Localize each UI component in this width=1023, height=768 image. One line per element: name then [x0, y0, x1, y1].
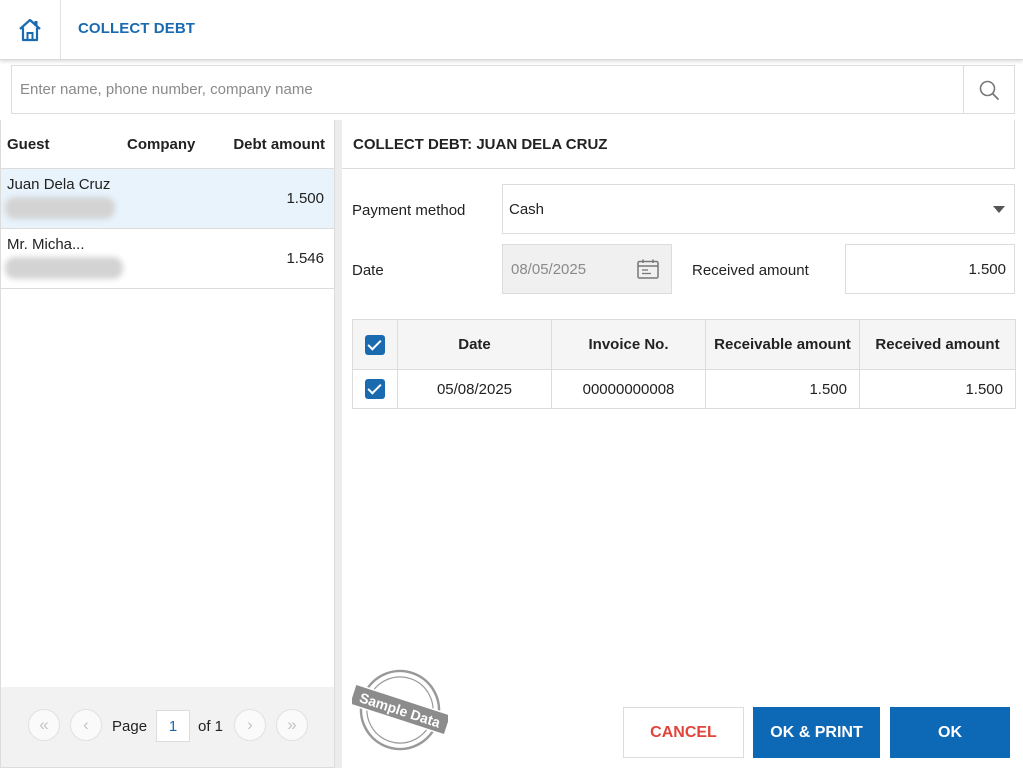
- search-icon: [979, 80, 999, 100]
- home-icon: [19, 18, 41, 41]
- sample-data-stamp: Sample Data: [352, 669, 448, 751]
- guest-name: Mr. Micha...: [7, 236, 85, 253]
- date-value: 08/05/2025: [511, 261, 587, 278]
- app-header: COLLECT DEBT: [0, 0, 1023, 60]
- received-amount-cell[interactable]: 1.500: [859, 369, 1016, 409]
- guest-debt-amount: 1.500: [286, 190, 324, 207]
- column-header-invoice-no[interactable]: Invoice No.: [551, 319, 706, 370]
- invoice-table-header: Date Invoice No. Receivable amount Recei…: [352, 319, 1016, 370]
- double-chevron-right-icon: »: [287, 715, 297, 734]
- guest-list-panel: Guest Company Debt amount Juan Dela Cruz…: [0, 120, 335, 768]
- search-bar: [11, 65, 1015, 114]
- pagination: « ‹ Page of 1 › »: [1, 687, 334, 767]
- invoice-date: 05/08/2025: [397, 369, 552, 409]
- ok-print-button[interactable]: OK & PRINT: [753, 707, 880, 758]
- chevron-right-icon: ›: [247, 715, 253, 734]
- row-select-cell: [352, 369, 398, 409]
- first-page-button[interactable]: «: [28, 709, 60, 741]
- calendar-icon[interactable]: [637, 259, 659, 279]
- guest-name: Juan Dela Cruz: [7, 176, 111, 193]
- invoice-table: Date Invoice No. Receivable amount Recei…: [352, 319, 1016, 409]
- guest-phone-redacted: [5, 257, 123, 279]
- invoice-number: 00000000008: [551, 369, 706, 409]
- chevron-down-icon: [993, 206, 1005, 213]
- ok-button[interactable]: OK: [890, 707, 1010, 758]
- prev-page-button[interactable]: ‹: [70, 709, 102, 741]
- next-page-button[interactable]: ›: [234, 709, 266, 741]
- column-header-guest[interactable]: Guest: [7, 136, 50, 153]
- guest-row[interactable]: Mr. Micha... 1.546: [1, 229, 334, 289]
- date-field[interactable]: 08/05/2025: [502, 244, 672, 294]
- double-chevron-left-icon: «: [39, 715, 49, 734]
- payment-method-label: Payment method: [352, 202, 466, 219]
- guest-row[interactable]: Juan Dela Cruz 1.500: [1, 169, 334, 229]
- last-page-button[interactable]: »: [276, 709, 308, 741]
- collect-debt-title: COLLECT DEBT: JUAN DELA CRUZ: [353, 136, 608, 153]
- received-amount-label: Received amount: [692, 262, 809, 279]
- received-amount-input[interactable]: [846, 245, 1014, 293]
- select-all-checkbox[interactable]: [365, 334, 385, 355]
- table-row: 05/08/2025 00000000008 1.500 1.500: [352, 369, 1016, 409]
- guest-list-header: Guest Company Debt amount: [1, 120, 334, 169]
- panel-splitter[interactable]: [335, 120, 342, 768]
- column-header-company[interactable]: Company: [127, 136, 195, 153]
- select-all-cell: [352, 319, 398, 370]
- page-title: COLLECT DEBT: [78, 20, 196, 37]
- payment-method-value: Cash: [509, 201, 545, 218]
- date-label: Date: [352, 262, 384, 279]
- received-amount-field: [845, 244, 1015, 294]
- cancel-button[interactable]: CANCEL: [623, 707, 744, 758]
- row-checkbox[interactable]: [365, 379, 385, 399]
- column-header-receivable-amount[interactable]: Receivable amount: [705, 319, 860, 370]
- chevron-left-icon: ‹: [83, 715, 89, 734]
- page-total-label: of 1: [198, 718, 224, 735]
- guest-debt-amount: 1.546: [286, 250, 324, 267]
- search-input[interactable]: [12, 66, 964, 113]
- page-label: Page: [112, 718, 148, 735]
- page-number-input[interactable]: [156, 710, 190, 742]
- column-header-debt-amount[interactable]: Debt amount: [233, 136, 325, 153]
- payment-method-select[interactable]: Cash: [502, 184, 1015, 234]
- collect-debt-title-bar: COLLECT DEBT: JUAN DELA CRUZ: [342, 120, 1015, 169]
- column-header-date[interactable]: Date: [397, 319, 552, 370]
- receivable-amount: 1.500: [705, 369, 860, 409]
- search-button[interactable]: [963, 66, 1014, 113]
- home-button[interactable]: [0, 0, 61, 59]
- guest-phone-redacted: [5, 197, 115, 219]
- column-header-received-amount[interactable]: Received amount: [859, 319, 1016, 370]
